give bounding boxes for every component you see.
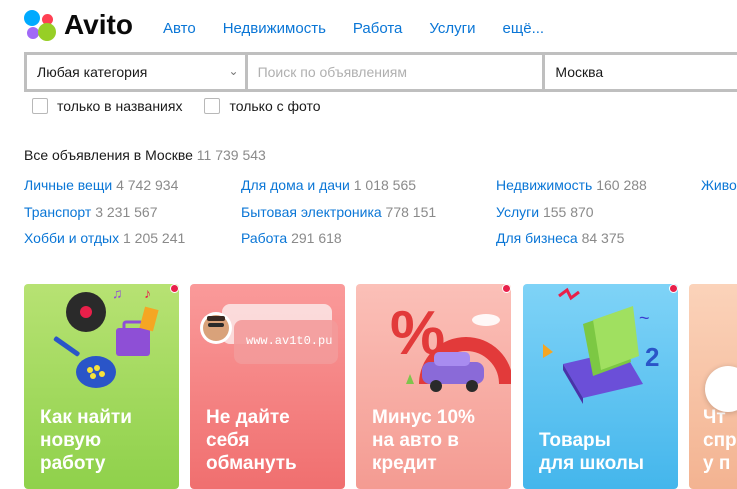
titles-only-label: только в названиях xyxy=(57,98,183,114)
category-name[interactable]: Работа xyxy=(241,230,287,246)
promo-card-title: Как найти новую работу xyxy=(40,407,132,474)
new-badge xyxy=(502,284,511,293)
category-select-value: Любая категория xyxy=(37,64,148,80)
all-ads-label: Все объявления в Москве xyxy=(24,147,193,163)
promo-card-title: Товары для школы xyxy=(539,430,645,474)
category-name[interactable]: Хобби и отдых xyxy=(24,230,119,246)
category-name[interactable]: Живо xyxy=(701,177,737,193)
with-photo-checkbox[interactable]: только с фото xyxy=(204,98,321,114)
city-select-value: Москва xyxy=(555,64,604,80)
svg-text:♪: ♪ xyxy=(144,285,151,301)
logo-dots-icon xyxy=(24,8,58,42)
category-link[interactable]: Личные вещи 4 742 934 xyxy=(24,177,178,193)
category-link[interactable]: Для бизнеса 84 375 xyxy=(496,230,624,246)
all-ads-heading: Все объявления в Москве 11 739 543 xyxy=(24,147,266,163)
job-illustration-icon: ♫ ♪ xyxy=(53,285,159,388)
nav-more[interactable]: ещё... xyxy=(503,20,545,37)
category-count: 1 018 565 xyxy=(353,177,417,193)
promo-card-fraud[interactable]: www.av1t0.pu Не дайте себя обмануть xyxy=(190,284,345,489)
nav-auto[interactable]: Авто xyxy=(163,20,196,37)
category-link[interactable]: Живо xyxy=(701,177,737,193)
new-badge xyxy=(669,284,678,293)
category-name[interactable]: Для дома и дачи xyxy=(241,177,350,193)
category-count: 291 618 xyxy=(291,230,342,246)
category-name[interactable]: Услуги xyxy=(496,204,539,220)
svg-text:♫: ♫ xyxy=(112,285,123,301)
nav-realty[interactable]: Недвижимость xyxy=(223,20,326,37)
category-count: 160 288 xyxy=(596,177,647,193)
avito-logo[interactable]: Avito xyxy=(24,8,133,42)
search-filters: только в названиях только с фото xyxy=(32,98,343,114)
fake-url-text: www.av1t0.pu xyxy=(246,334,333,348)
checkbox-box[interactable] xyxy=(32,98,48,114)
logo-text: Avito xyxy=(64,9,133,40)
nav-services[interactable]: Услуги xyxy=(429,20,475,37)
category-link[interactable]: Хобби и отдых 1 205 241 xyxy=(24,230,185,246)
category-count: 1 205 241 xyxy=(122,230,186,246)
category-link[interactable]: Транспорт 3 231 567 xyxy=(24,204,158,220)
all-ads-count: 11 739 543 xyxy=(196,147,266,163)
category-name[interactable]: Личные вещи xyxy=(24,177,112,193)
category-count: 84 375 xyxy=(581,230,625,246)
with-photo-label: только с фото xyxy=(229,98,321,114)
search-bar: Любая категория ⌄ Москва ⌄ xyxy=(24,52,737,92)
titles-only-checkbox[interactable]: только в названиях xyxy=(32,98,182,114)
fraud-illustration-icon xyxy=(200,304,338,364)
category-count: 778 151 xyxy=(385,204,437,220)
promo-card-title: Не дайте себя обмануть xyxy=(206,407,297,474)
category-count: 3 231 567 xyxy=(95,204,158,220)
category-count: 4 742 934 xyxy=(116,177,179,193)
category-select[interactable]: Любая категория ⌄ xyxy=(27,55,245,89)
promo-card-job[interactable]: ♫ ♪ Как найти новую работу xyxy=(24,284,179,489)
promo-card-school[interactable]: 2 ~ Товары для школы xyxy=(523,284,678,489)
category-link[interactable]: Для дома и дачи 1 018 565 xyxy=(241,177,416,193)
category-name[interactable]: Недвижимость xyxy=(496,177,592,193)
city-select[interactable]: Москва ⌄ xyxy=(545,55,737,89)
new-badge xyxy=(170,284,179,293)
category-name[interactable]: Транспорт xyxy=(24,204,91,220)
category-link[interactable]: Работа 291 618 xyxy=(241,230,342,246)
search-input[interactable] xyxy=(247,55,543,89)
chevron-down-icon: ⌄ xyxy=(228,64,239,78)
category-name[interactable]: Бытовая электроника xyxy=(241,204,382,220)
category-link[interactable]: Услуги 155 870 xyxy=(496,204,594,220)
school-books-illustration-icon: 2 ~ xyxy=(543,287,659,404)
category-link[interactable]: Бытовая электроника 778 151 xyxy=(241,204,436,220)
nav-jobs[interactable]: Работа xyxy=(353,20,403,37)
svg-text:2: 2 xyxy=(645,342,659,372)
category-count: 155 870 xyxy=(542,204,594,220)
category-name[interactable]: Для бизнеса xyxy=(496,230,578,246)
svg-text:~: ~ xyxy=(639,308,650,328)
checkbox-box[interactable] xyxy=(204,98,221,114)
top-nav: Авто Недвижимость Работа Услуги ещё... xyxy=(163,20,571,37)
car-loan-illustration-icon: % xyxy=(390,299,511,392)
category-link[interactable]: Недвижимость 160 288 xyxy=(496,177,647,193)
promo-card-auto[interactable]: % Минус 10% на авто в кредит xyxy=(356,284,511,489)
promo-card-title: Чт спр у п xyxy=(703,407,737,474)
promo-card-title: Минус 10% на авто в кредит xyxy=(372,407,475,474)
